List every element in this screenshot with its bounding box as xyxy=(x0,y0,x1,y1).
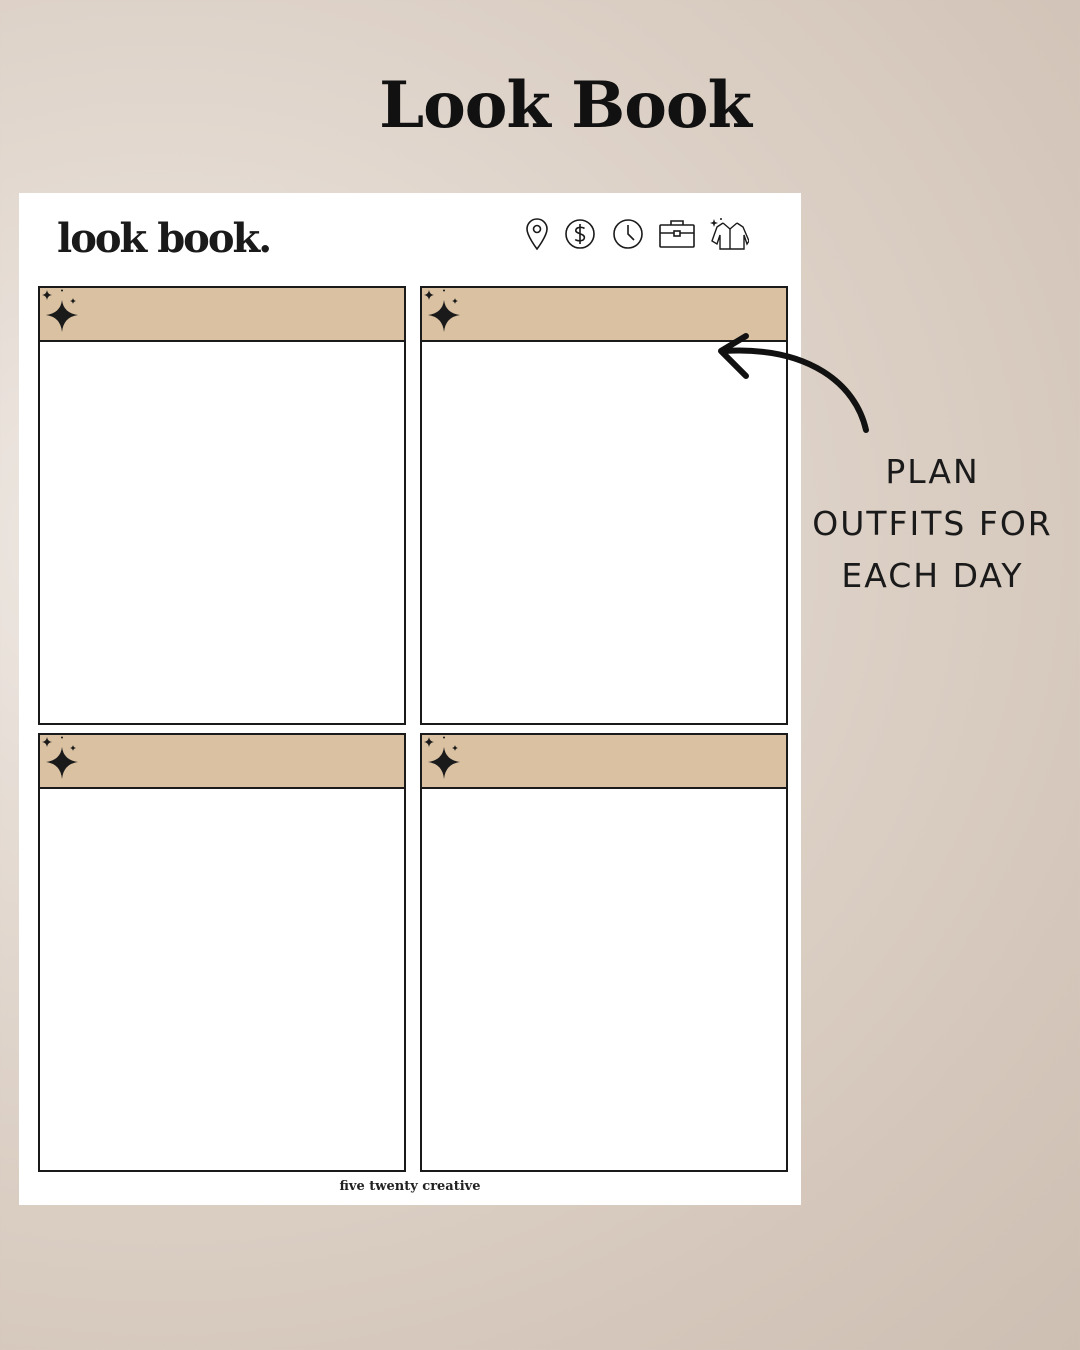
dollar-icon xyxy=(565,219,595,249)
curved-arrow-icon xyxy=(718,333,869,433)
lookbook-sheet: look book. five twenty creative xyxy=(19,193,801,1205)
outfit-card-1[interactable] xyxy=(38,286,406,725)
outfit-card-3[interactable] xyxy=(38,733,406,1172)
callout-text: PLAN OUTFITS FOR EACH DAY xyxy=(800,446,1065,602)
sparkle-icon xyxy=(424,289,460,332)
briefcase-icon xyxy=(659,220,695,248)
header-icons xyxy=(521,217,761,253)
sparkle-icon xyxy=(42,289,78,332)
outfit-icon xyxy=(710,218,749,250)
location-pin-icon xyxy=(526,218,548,251)
card-header[interactable] xyxy=(422,735,786,789)
callout-line-3: EACH DAY xyxy=(841,556,1024,595)
sparkle-icon xyxy=(42,736,78,779)
callout-line-2: OUTFITS FOR xyxy=(812,504,1053,543)
sparkle-icon xyxy=(424,736,460,779)
callout-line-1: PLAN xyxy=(885,452,980,491)
sheet-footer: five twenty creative xyxy=(339,1179,481,1194)
outfit-card-4[interactable] xyxy=(420,733,788,1172)
card-header[interactable] xyxy=(40,735,404,789)
sheet-title: look book. xyxy=(57,215,272,262)
card-header[interactable] xyxy=(40,288,404,342)
clock-icon xyxy=(613,219,643,249)
page-title: Look Book xyxy=(379,68,752,143)
